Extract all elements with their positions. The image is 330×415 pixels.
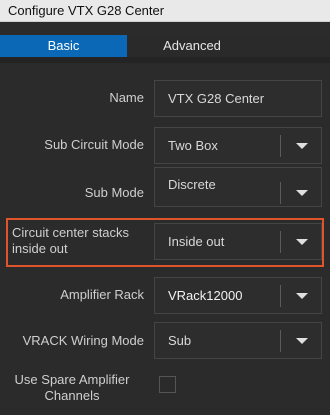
dropdown-separator [280, 135, 281, 157]
tab-basic[interactable]: Basic [0, 35, 127, 57]
sub-circuit-mode-label: Sub Circuit Mode [44, 137, 144, 152]
sub-circuit-mode-value: Two Box [168, 138, 218, 153]
name-field[interactable]: VTX G28 Center [154, 80, 322, 117]
tab-divider [0, 57, 330, 63]
label-line1: Circuit center stacks [12, 225, 130, 240]
dropdown-separator [280, 231, 281, 253]
chevron-down-icon[interactable] [296, 338, 308, 344]
name-label: Name [109, 90, 144, 105]
amplifier-rack-value: VRack12000 [168, 288, 243, 303]
dropdown-separator [280, 285, 281, 307]
chevron-down-icon[interactable] [296, 143, 308, 149]
window-title: Configure VTX G28 Center [8, 3, 165, 18]
vrack-wiring-mode-label: VRACK Wiring Mode [22, 333, 144, 348]
label-line2: inside out [12, 241, 68, 256]
circuit-center-stacks-label: Circuit center stacks inside out [12, 225, 142, 257]
dropdown-separator [280, 330, 281, 352]
amplifier-rack-dropdown[interactable]: VRack12000 [154, 277, 322, 314]
sub-mode-label: Sub Mode [84, 185, 144, 200]
sub-circuit-mode-dropdown[interactable]: Two Box [154, 127, 322, 164]
chevron-down-icon[interactable] [296, 293, 308, 299]
label-line2: Channels [44, 388, 100, 403]
sub-mode-dropdown[interactable]: Discrete [154, 167, 322, 207]
circuit-center-stacks-dropdown[interactable]: Inside out [154, 223, 322, 260]
name-value: VTX G28 Center [168, 91, 265, 106]
chevron-down-icon[interactable] [296, 239, 308, 245]
sub-mode-value: Discrete [168, 177, 216, 192]
amplifier-rack-label: Amplifier Rack [60, 287, 144, 302]
tab-advanced[interactable]: Advanced [127, 35, 257, 57]
use-spare-amplifier-channels-label: Use Spare Amplifier Channels [2, 372, 142, 404]
dropdown-separator [280, 182, 281, 204]
chevron-down-icon[interactable] [296, 190, 308, 196]
vrack-wiring-mode-value: Sub [168, 333, 192, 348]
title-bar: Configure VTX G28 Center [0, 0, 330, 22]
label-line1: Use Spare Amplifier [14, 372, 130, 387]
vrack-wiring-mode-dropdown[interactable]: Sub [154, 322, 322, 359]
use-spare-amplifier-channels-checkbox[interactable] [159, 376, 176, 393]
circuit-center-stacks-value: Inside out [168, 234, 225, 249]
